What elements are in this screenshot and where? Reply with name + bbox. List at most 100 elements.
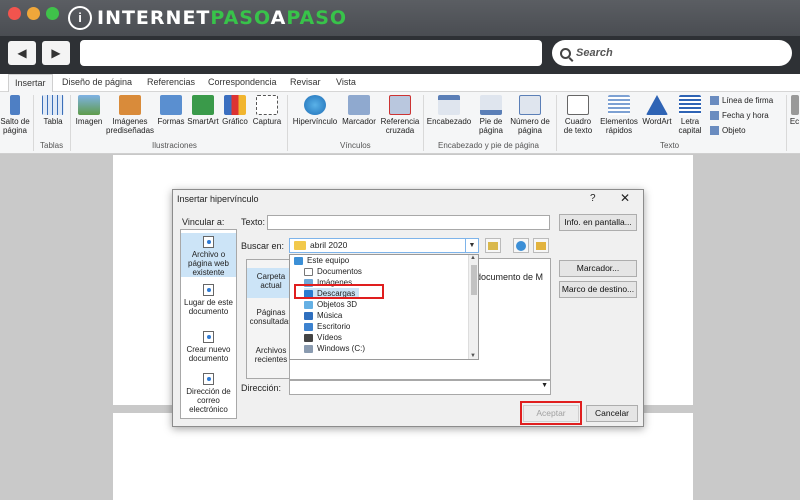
- hipervinculo-button[interactable]: Hipervínculo: [290, 95, 340, 126]
- wordart-button[interactable]: WordArt: [640, 95, 674, 126]
- marcador-ribbon-button[interactable]: Marcador: [340, 95, 378, 126]
- group-label-ilustraciones: Ilustraciones: [152, 141, 197, 150]
- info-pantalla-button[interactable]: Info. en pantalla...: [559, 214, 637, 231]
- buscar-en-select[interactable]: abril 2020 ▼: [289, 238, 479, 253]
- carpeta-actual-option[interactable]: Carpeta actual: [247, 268, 295, 298]
- letra-capital-button[interactable]: Letra capital: [674, 95, 706, 135]
- tab-diseno-pagina[interactable]: Diseño de página: [62, 77, 132, 87]
- paginas-consultadas-option[interactable]: Páginas consultadas: [247, 308, 295, 338]
- chevron-down-icon[interactable]: ▼: [541, 382, 548, 389]
- dropdown-item-documentos[interactable]: Documentos: [304, 266, 362, 277]
- scroll-down-icon[interactable]: ▼: [470, 353, 476, 359]
- date-time-icon: [710, 111, 719, 120]
- texto-input[interactable]: [267, 215, 550, 230]
- smartart-button[interactable]: SmartArt: [186, 95, 220, 126]
- chevron-down-icon[interactable]: ▼: [465, 239, 478, 252]
- tabla-button[interactable]: Tabla: [38, 95, 68, 126]
- wordart-label: WordArt: [642, 117, 672, 126]
- hipervinculo-label: Hipervínculo: [292, 117, 338, 126]
- shapes-icon: [160, 95, 182, 115]
- dropdown-item-label: Este equipo: [307, 256, 350, 265]
- picture-icon: [78, 95, 100, 115]
- captura-button[interactable]: Captura: [251, 95, 283, 126]
- salto-pagina-button[interactable]: Salto de página: [0, 95, 30, 135]
- grafico-button[interactable]: Gráfico: [220, 95, 250, 126]
- buscar-en-dropdown: Este equipo Documentos Imágenes Descarga…: [289, 254, 479, 360]
- site-logo: i INTERNETPASOAPASO: [68, 5, 347, 31]
- archivos-recientes-option[interactable]: Archivos recientes: [247, 346, 295, 376]
- letra-label: Letra capital: [678, 117, 702, 135]
- marco-destino-button[interactable]: Marco de destino...: [559, 281, 637, 298]
- direccion-input[interactable]: ▼: [289, 380, 551, 395]
- tab-correspondencia[interactable]: Correspondencia: [208, 77, 277, 87]
- browse-web-button[interactable]: [513, 238, 529, 253]
- help-icon[interactable]: ?: [590, 193, 596, 204]
- screenshot-icon: [256, 95, 278, 115]
- minimize-window-button[interactable]: [27, 7, 40, 20]
- new-document-icon: [203, 331, 214, 343]
- forward-button[interactable]: ▶: [42, 41, 70, 65]
- up-folder-button[interactable]: [485, 238, 501, 253]
- textbox-icon: [567, 95, 589, 115]
- imagenes-prediseñadas-button[interactable]: Imágenes prediseñadas: [106, 95, 154, 135]
- close-window-button[interactable]: [8, 7, 21, 20]
- tab-referencias[interactable]: Referencias: [147, 77, 195, 87]
- group-separator: [70, 95, 71, 151]
- imagen-label: Imagen: [75, 117, 103, 126]
- search-icon: [560, 47, 571, 59]
- objeto-button[interactable]: Objeto: [710, 126, 746, 135]
- dropdown-item-label: Escritorio: [317, 322, 351, 331]
- pie-label: Pie de página: [478, 117, 504, 135]
- pie-pagina-button[interactable]: Pie de página: [474, 95, 508, 135]
- smartart-label: SmartArt: [187, 117, 219, 126]
- linea-firma-button[interactable]: Línea de firma: [710, 96, 773, 105]
- highlight-box-aceptar: [520, 401, 582, 425]
- folder-icon: [294, 241, 306, 250]
- cuadro-texto-button[interactable]: Cuadro de texto: [560, 95, 596, 135]
- scroll-thumb[interactable]: [471, 265, 477, 295]
- browser-search-input[interactable]: Search: [552, 40, 792, 66]
- drop-cap-icon: [679, 95, 701, 115]
- dropdown-item-windows-c[interactable]: Windows (C:): [304, 343, 365, 354]
- ec-label: Ec: [789, 117, 800, 126]
- dropdown-item-videos[interactable]: Vídeos: [304, 332, 342, 343]
- scroll-up-icon[interactable]: ▲: [470, 255, 476, 261]
- dropdown-item-objetos-3d[interactable]: Objetos 3D: [304, 299, 357, 310]
- link-option-this-document[interactable]: Lugar de este documento: [181, 284, 236, 324]
- file-list-item-partial[interactable]: documento de M: [476, 272, 543, 282]
- back-button[interactable]: ◀: [8, 41, 36, 65]
- tab-insertar[interactable]: Insertar: [8, 74, 53, 93]
- wordart-icon: [646, 95, 668, 115]
- open-folder-icon: [536, 242, 546, 250]
- tab-revisar[interactable]: Revisar: [290, 77, 321, 87]
- marcador-button[interactable]: Marcador...: [559, 260, 637, 277]
- cuadro-label: Cuadro de texto: [563, 117, 593, 135]
- dropdown-scrollbar[interactable]: ▲ ▼: [468, 255, 478, 359]
- browse-file-button[interactable]: [533, 238, 549, 253]
- page-number-icon: [519, 95, 541, 115]
- tab-vista[interactable]: Vista: [336, 77, 356, 87]
- dropdown-item-musica[interactable]: Música: [304, 310, 342, 321]
- ecuacion-button[interactable]: Ec: [789, 95, 800, 126]
- texto-label: Texto:: [241, 217, 266, 227]
- imagen-button[interactable]: Imagen: [74, 95, 104, 126]
- dropdown-item-escritorio[interactable]: Escritorio: [304, 321, 350, 332]
- captura-label: Captura: [252, 117, 282, 126]
- elementos-rapidos-button[interactable]: Elementos rápidos: [598, 95, 640, 135]
- numero-pagina-button[interactable]: Número de página: [508, 95, 552, 135]
- folder-up-icon: [488, 242, 498, 250]
- link-option-file-web[interactable]: Archivo o página web existente: [181, 233, 236, 277]
- linea-firma-label: Línea de firma: [722, 96, 774, 105]
- formas-button[interactable]: Formas: [156, 95, 186, 126]
- link-option-new-document[interactable]: Crear nuevo documento: [181, 331, 236, 367]
- close-icon[interactable]: ✕: [620, 191, 630, 205]
- bookmark-icon: [348, 95, 370, 115]
- encabezado-button[interactable]: Encabezado: [425, 95, 473, 126]
- maximize-window-button[interactable]: [46, 7, 59, 20]
- referencia-cruzada-button[interactable]: Referencia cruzada: [380, 95, 420, 135]
- fecha-hora-button[interactable]: Fecha y hora: [710, 111, 769, 120]
- link-option-email[interactable]: Dirección de correo electrónico: [181, 373, 236, 417]
- address-bar[interactable]: [80, 40, 542, 66]
- cancelar-button[interactable]: Cancelar: [586, 405, 638, 422]
- dropdown-item-este-equipo[interactable]: Este equipo: [294, 255, 349, 266]
